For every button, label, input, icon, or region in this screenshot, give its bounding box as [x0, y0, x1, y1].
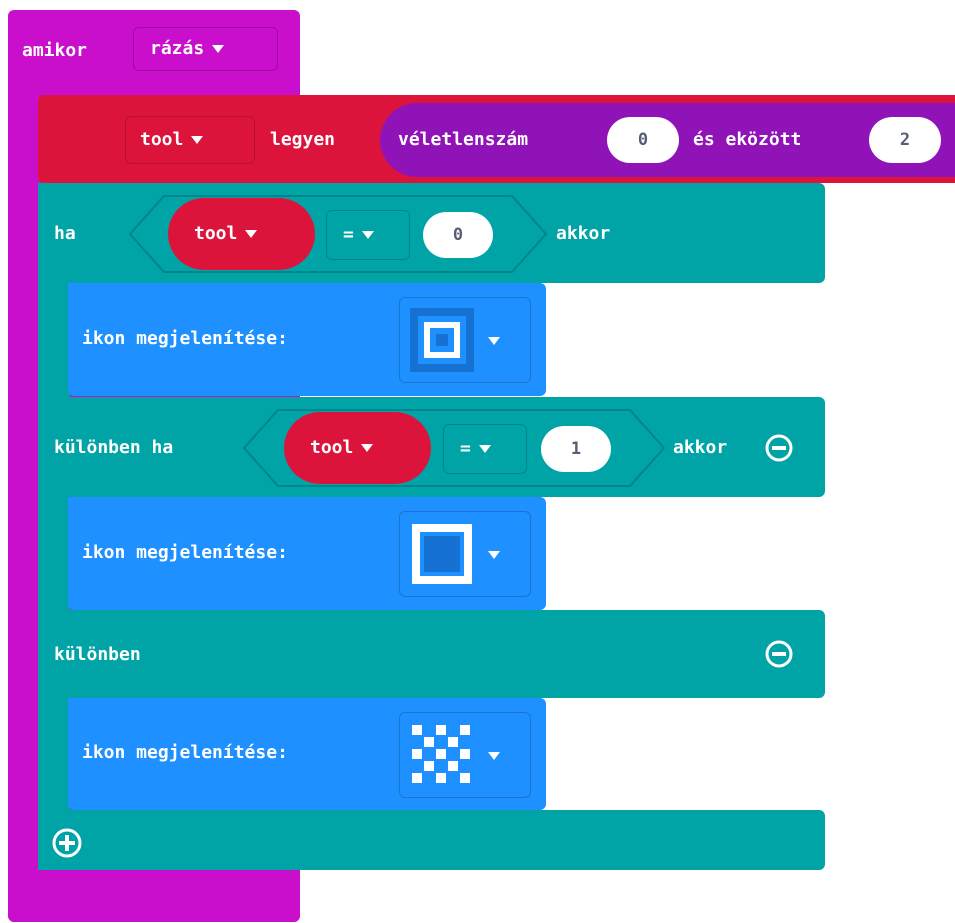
- compare-value-input-2[interactable]: 1: [541, 426, 611, 472]
- operator-value: =: [343, 224, 354, 245]
- variable-reporter-2[interactable]: tool: [284, 412, 431, 484]
- chevron-down-icon: [478, 445, 491, 453]
- random-and-label: és eközött: [693, 129, 802, 150]
- compare-value-input-1[interactable]: 0: [423, 212, 493, 258]
- chevron-down-icon: [245, 230, 258, 238]
- chevron-down-icon: [191, 136, 204, 144]
- minus-circle-icon[interactable]: [764, 433, 794, 463]
- show-icon-block-3[interactable]: ikon megjelenítése:: [68, 698, 546, 810]
- show-icon-label: ikon megjelenítése:: [82, 742, 288, 763]
- square-large-led-icon: [412, 524, 472, 584]
- then-label-1: akkor: [556, 223, 611, 244]
- chevron-down-icon: [361, 444, 374, 452]
- gesture-dropdown[interactable]: rázás: [133, 27, 278, 71]
- operator-value: =: [460, 438, 471, 459]
- icon-dropdown-3[interactable]: [399, 712, 531, 798]
- operator-dropdown-2[interactable]: =: [443, 424, 527, 474]
- show-icon-block-2[interactable]: ikon megjelenítése:: [68, 497, 546, 610]
- random-label: véletlenszám: [398, 129, 529, 150]
- then-label-2: akkor: [673, 437, 728, 458]
- show-icon-block-1[interactable]: ikon megjelenítése:: [68, 283, 546, 396]
- operator-dropdown-1[interactable]: =: [326, 210, 410, 260]
- chessboard-led-icon: [412, 725, 470, 783]
- chevron-down-icon: [488, 551, 500, 559]
- chevron-down-icon: [488, 337, 500, 345]
- square-small-led-icon: [410, 308, 474, 372]
- gesture-value: rázás: [150, 38, 205, 59]
- show-icon-label: ikon megjelenítése:: [82, 328, 288, 349]
- minus-circle-icon[interactable]: [764, 639, 794, 669]
- variable-name: tool: [194, 223, 238, 244]
- variable-reporter-1[interactable]: tool: [168, 198, 315, 270]
- event-label: amikor: [22, 40, 88, 61]
- elseif-label: különben ha: [54, 437, 174, 458]
- else-section: [38, 610, 825, 698]
- else-label: különben: [54, 644, 141, 665]
- show-icon-label: ikon megjelenítése:: [82, 542, 288, 563]
- variable-name: tool: [140, 129, 184, 150]
- set-label: legyen: [270, 129, 336, 150]
- chevron-down-icon: [488, 752, 500, 760]
- variable-dropdown[interactable]: tool: [125, 116, 255, 164]
- random-from-input[interactable]: 0: [607, 117, 679, 163]
- if-block-spine: [38, 183, 70, 870]
- icon-dropdown-2[interactable]: [399, 511, 531, 597]
- random-to-input[interactable]: 2: [869, 117, 941, 163]
- plus-circle-icon[interactable]: [50, 826, 84, 860]
- chevron-down-icon: [361, 231, 374, 239]
- variable-name: tool: [310, 437, 354, 458]
- icon-dropdown-1[interactable]: [399, 297, 531, 383]
- chevron-down-icon: [212, 45, 225, 53]
- if-label: ha: [54, 223, 76, 244]
- if-block-footer: [38, 810, 825, 870]
